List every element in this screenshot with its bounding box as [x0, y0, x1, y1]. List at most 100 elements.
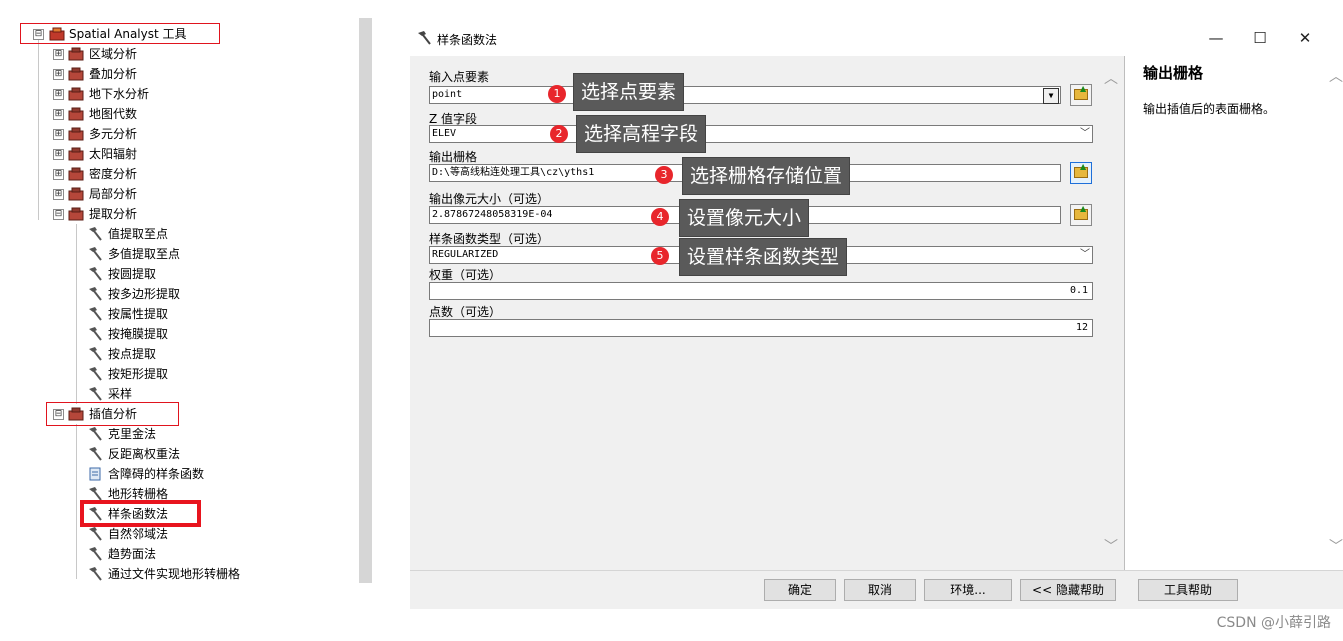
hammer-icon: [89, 347, 102, 361]
hammer-icon: [89, 527, 102, 541]
input-points-combo[interactable]: point ▼: [429, 86, 1061, 104]
toolbox-icon: [68, 127, 84, 141]
browse-input-button[interactable]: ▲: [1070, 84, 1092, 106]
minimize-button[interactable]: —: [1201, 26, 1231, 50]
maximize-button[interactable]: ☐: [1245, 26, 1275, 50]
tree-item-tool[interactable]: 克里金法: [6, 424, 336, 444]
tree-item-label: 含障碍的样条函数: [108, 467, 205, 481]
tree-item-toolset[interactable]: ⊞ 地图代数: [6, 104, 336, 124]
tree-item-tool[interactable]: 按点提取: [6, 344, 336, 364]
browse-cell-size-button[interactable]: ▲: [1070, 204, 1092, 226]
toolbox-icon: [68, 107, 84, 121]
expand-icon[interactable]: ⊞: [53, 69, 64, 80]
chevron-down-icon: ﹀: [1080, 249, 1090, 260]
tree-item-tool[interactable]: 多值提取至点: [6, 244, 336, 264]
hammer-icon: [89, 387, 102, 401]
tree-item-tool[interactable]: 按属性提取: [6, 304, 336, 324]
tree-item-label: 多值提取至点: [108, 247, 181, 261]
tree-item-label: 密度分析: [89, 167, 138, 181]
browse-output-button[interactable]: ▲: [1070, 162, 1092, 184]
hammer-icon: [89, 267, 102, 281]
tree-item-tool[interactable]: 值提取至点: [6, 224, 336, 244]
tree-item-tool[interactable]: 按圆提取: [6, 264, 336, 284]
weight-value: 0.1: [1069, 285, 1088, 296]
tree-item-toolset[interactable]: ⊞ 局部分析: [6, 184, 336, 204]
toolbox-icon: [68, 167, 84, 181]
spline-type-value: REGULARIZED: [432, 249, 499, 260]
toolbox-icon: [68, 87, 84, 101]
expand-icon[interactable]: ⊞: [53, 49, 64, 60]
collapse-icon[interactable]: ⊟: [53, 209, 64, 220]
z-value-field-select[interactable]: ELEV ﹀: [429, 125, 1093, 143]
callout-number: 3: [655, 166, 673, 184]
scroll-up-icon[interactable]: ︿: [1104, 68, 1118, 88]
expand-icon[interactable]: ⊞: [53, 129, 64, 140]
tree-item-toolset[interactable]: ⊞ 区域分析: [6, 44, 336, 64]
tree-item-label: 地下水分析: [89, 87, 150, 101]
help-body: 输出插值后的表面栅格。: [1143, 102, 1276, 116]
tool-help-button[interactable]: 工具帮助: [1138, 579, 1238, 601]
callout-number: 4: [651, 208, 669, 226]
scroll-down-icon[interactable]: ﹀: [1104, 536, 1118, 556]
toolbox-icon: [68, 147, 84, 161]
script-icon: [89, 467, 101, 481]
tree-item-tool[interactable]: 反距离权重法: [6, 444, 336, 464]
tree-item-label: 区域分析: [89, 47, 138, 61]
number-points-input[interactable]: 12: [429, 319, 1093, 337]
callout-label: 选择栅格存储位置: [682, 157, 851, 195]
tree-item-tool[interactable]: 趋势面法: [6, 544, 336, 564]
tree-item-label: 采样: [108, 387, 133, 401]
help-scrollbar[interactable]: ︿ ﹀: [1329, 56, 1343, 570]
expand-icon[interactable]: ⊞: [53, 149, 64, 160]
expand-icon[interactable]: ⊞: [53, 169, 64, 180]
tree-item-tool[interactable]: 含障碍的样条函数: [6, 464, 336, 484]
tree-item-label: 多元分析: [89, 127, 138, 141]
number-points-value: 12: [1075, 322, 1088, 333]
highlight-box-spline: [80, 500, 201, 527]
tree-item-label: 太阳辐射: [89, 147, 138, 161]
hammer-icon: [89, 447, 102, 461]
tree-item-tool[interactable]: 自然邻域法: [6, 524, 336, 544]
callout-number: 1: [548, 85, 566, 103]
tree-item-toolset-extract[interactable]: ⊟ 提取分析: [6, 204, 336, 224]
callout-label: 选择高程字段: [576, 115, 707, 153]
scroll-up-icon[interactable]: ︿: [1329, 66, 1343, 86]
environments-button[interactable]: 环境...: [924, 579, 1012, 601]
tree-item-tool[interactable]: 采样: [6, 384, 336, 404]
watermark: CSDN @小薛引路: [1216, 615, 1331, 631]
spline-tool-dialog: 样条函数法 — ☐ ✕ 输入点要素 point ▼ ▲ Z 值字段 ELEV ﹀…: [410, 22, 1343, 609]
tree-item-toolset[interactable]: ⊞ 多元分析: [6, 124, 336, 144]
callout-label: 选择点要素: [573, 73, 685, 111]
weight-input[interactable]: 0.1: [429, 282, 1093, 300]
field-label-output-raster: 输出栅格: [429, 150, 478, 164]
expand-icon[interactable]: ⊞: [53, 89, 64, 100]
tree-item-label: 按属性提取: [108, 307, 169, 321]
hide-help-button[interactable]: << 隐藏帮助: [1020, 579, 1116, 601]
tree-item-tool[interactable]: 按掩膜提取: [6, 324, 336, 344]
expand-icon[interactable]: ⊞: [53, 109, 64, 120]
tree-scrollbar[interactable]: [359, 18, 372, 583]
help-title: 输出栅格: [1143, 64, 1204, 82]
tree-item-label: 提取分析: [89, 207, 138, 221]
tree-item-toolset[interactable]: ⊞ 叠加分析: [6, 64, 336, 84]
scroll-down-icon[interactable]: ﹀: [1329, 536, 1343, 556]
tree-item-toolset[interactable]: ⊞ 地下水分析: [6, 84, 336, 104]
tree-item-tool[interactable]: 按多边形提取: [6, 284, 336, 304]
close-button[interactable]: ✕: [1290, 26, 1320, 50]
hammer-icon: [89, 327, 102, 341]
tree-item-toolset[interactable]: ⊞ 太阳辐射: [6, 144, 336, 164]
dropdown-arrow-icon[interactable]: ▼: [1043, 88, 1059, 104]
tree-item-tool[interactable]: 通过文件实现地形转栅格: [6, 564, 336, 583]
toolbox-tree: ⊟ Spatial Analyst 工具 ⊞ 区域分析 ⊞ 叠加分析 ⊞ 地下水…: [6, 18, 372, 583]
expand-icon[interactable]: ⊞: [53, 189, 64, 200]
tree-item-label: 地图代数: [89, 107, 138, 121]
field-label-weight: 权重（可选）: [429, 268, 502, 282]
title-bar[interactable]: 样条函数法 — ☐ ✕: [410, 22, 1343, 56]
tree-item-toolset[interactable]: ⊞ 密度分析: [6, 164, 336, 184]
tree-item-label: 按多边形提取: [108, 287, 181, 301]
cancel-button[interactable]: 取消: [844, 579, 916, 601]
ok-button[interactable]: 确定: [764, 579, 836, 601]
field-label-number-points: 点数（可选）: [429, 305, 502, 319]
parameters-scrollbar[interactable]: ︿ ﹀: [1104, 58, 1122, 568]
tree-item-tool[interactable]: 按矩形提取: [6, 364, 336, 384]
